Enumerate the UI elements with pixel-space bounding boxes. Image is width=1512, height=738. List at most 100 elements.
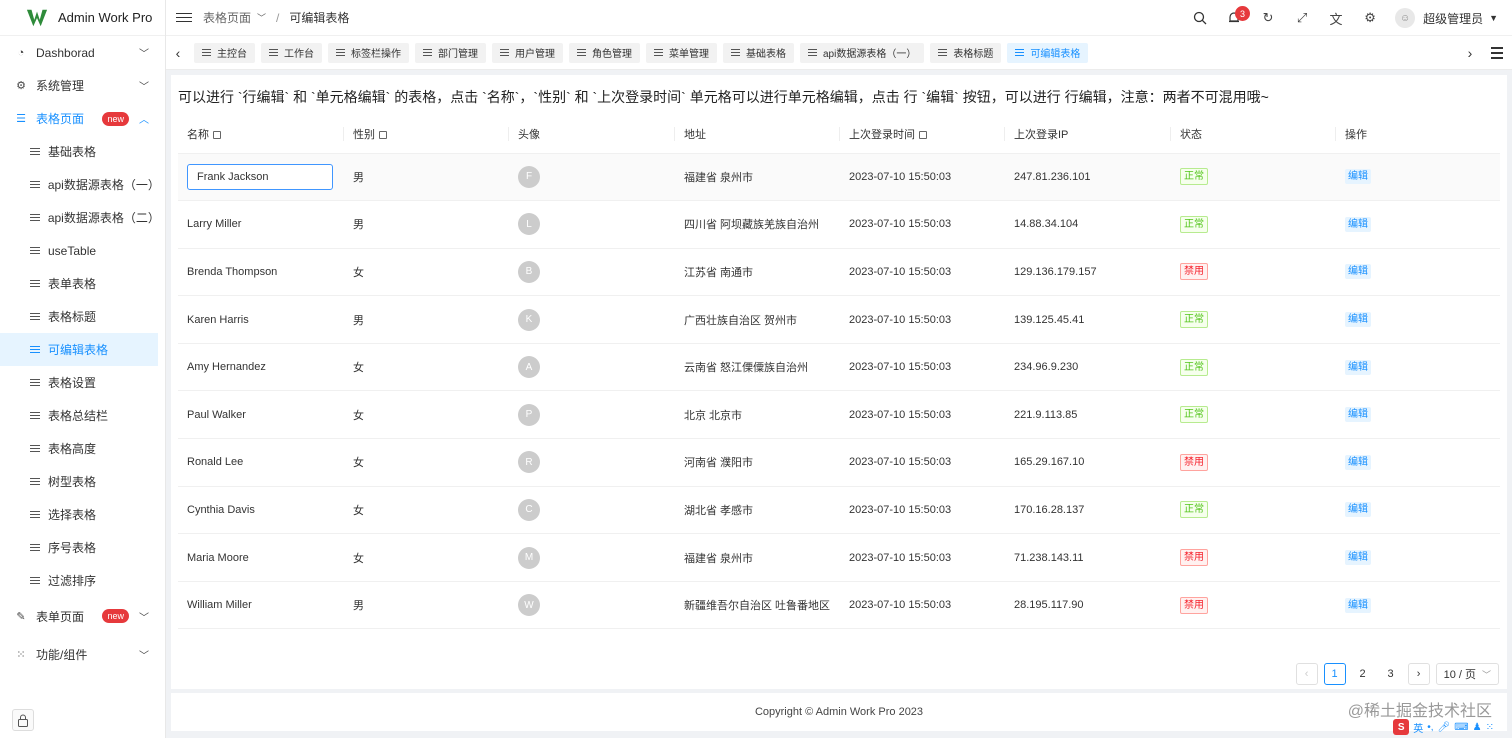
tab-0[interactable]: 主控台 [194, 42, 255, 63]
punctuation-icon[interactable]: •, [1427, 722, 1433, 733]
name-cell[interactable] [178, 153, 344, 202]
fullscreen-icon[interactable]: ⤢ [1285, 0, 1319, 36]
search-icon[interactable] [1183, 0, 1217, 36]
gear-icon[interactable]: ⚙ [1353, 0, 1387, 36]
chevron-down-icon[interactable]: ﹀ [257, 11, 266, 24]
gender-cell[interactable]: 女 [344, 486, 509, 535]
login-time-cell[interactable]: 2023-07-10 15:50:03 [840, 295, 1005, 344]
edit-row-button[interactable]: 编辑 [1345, 264, 1371, 280]
gender-cell[interactable]: 女 [344, 343, 509, 392]
gender-cell[interactable]: 男 [344, 200, 509, 249]
tab-4[interactable]: 用户管理 [492, 42, 563, 63]
name-cell[interactable]: Cynthia Davis [178, 486, 344, 535]
name-cell[interactable]: Karen Harris [178, 295, 344, 344]
login-time-cell[interactable]: 2023-07-10 15:50:03 [840, 581, 1005, 630]
tab-6[interactable]: 菜单管理 [646, 42, 717, 63]
page-size-select[interactable]: 10 / 页 ﹀ [1435, 663, 1499, 685]
edit-row-button[interactable]: 编辑 [1345, 597, 1371, 613]
edit-row-button[interactable]: 编辑 [1345, 312, 1371, 328]
sidebar-subitem-9[interactable]: 表格高度 [0, 432, 158, 465]
name-cell[interactable]: William Miller [178, 581, 344, 630]
sidebar-bottom-item-1[interactable]: ⁙ 功能/组件 ﹀ [0, 635, 165, 673]
tab-scroll-left-icon[interactable]: ‹ [166, 45, 190, 61]
page-button-3[interactable]: 3 [1379, 663, 1402, 685]
edit-row-button[interactable]: 编辑 [1345, 454, 1371, 470]
name-cell[interactable]: Maria Moore [178, 533, 344, 582]
edit-row-button[interactable]: 编辑 [1345, 169, 1371, 185]
grid-icon[interactable]: ⁙ [1486, 722, 1494, 733]
name-cell[interactable]: Amy Hernandez [178, 343, 344, 392]
logo[interactable]: Admin Work Pro [0, 0, 165, 36]
tab-3[interactable]: 部门管理 [415, 42, 486, 63]
edit-row-button[interactable]: 编辑 [1345, 550, 1371, 566]
sidebar-item-0[interactable]: ◔ Dashborad ﹀ [0, 36, 165, 69]
sidebar-subitem-7[interactable]: 表格设置 [0, 366, 158, 399]
lock-screen-button[interactable] [12, 709, 34, 731]
gender-cell[interactable]: 男 [344, 581, 509, 630]
ime-logo[interactable]: S [1393, 719, 1410, 735]
tab-scroll-right-icon[interactable]: › [1458, 45, 1482, 61]
tab-menu-icon[interactable] [1482, 46, 1512, 59]
login-time-cell[interactable]: 2023-07-10 15:50:03 [840, 533, 1005, 582]
sidebar-bottom-item-0[interactable]: ✎ 表单页面 new ﹀ [0, 597, 165, 635]
sidebar-subitem-0[interactable]: 基础表格 [0, 135, 158, 168]
page-button-2[interactable]: 2 [1351, 663, 1374, 685]
tab-8[interactable]: api数据源表格（一） [800, 42, 925, 63]
login-time-cell[interactable]: 2023-07-10 15:50:03 [840, 438, 1005, 487]
sidebar-subitem-10[interactable]: 树型表格 [0, 465, 158, 498]
page-button-1[interactable]: 1 [1323, 663, 1346, 685]
sidebar-subitem-4[interactable]: 表单表格 [0, 267, 158, 300]
ime-lang[interactable]: 英 [1413, 720, 1423, 735]
translate-icon[interactable]: 文 [1319, 0, 1353, 36]
sidebar-subitem-2[interactable]: api数据源表格（二） [0, 201, 160, 234]
gender-cell[interactable]: 女 [344, 390, 509, 440]
next-page-button[interactable]: › [1407, 663, 1430, 685]
collapse-menu-icon[interactable] [176, 13, 192, 22]
sidebar-item-2[interactable]: ☰ 表格页面 new ︿ [0, 102, 165, 135]
tab-1[interactable]: 工作台 [261, 42, 322, 63]
sidebar-subitem-6[interactable]: 可编辑表格 [0, 333, 158, 366]
name-cell[interactable]: Ronald Lee [178, 438, 344, 487]
prev-page-button[interactable]: ‹ [1295, 663, 1318, 685]
shirt-icon[interactable]: ♟ [1473, 722, 1482, 733]
bell-icon[interactable]: 3 [1217, 0, 1251, 36]
name-edit-input[interactable] [187, 163, 333, 190]
login-time-cell[interactable]: 2023-07-10 15:50:03 [840, 390, 1005, 440]
login-time-cell[interactable]: 2023-07-10 15:50:03 [840, 200, 1005, 249]
microphone-icon[interactable]: 🎤︎ [1438, 722, 1451, 733]
sidebar-subitem-8[interactable]: 表格总结栏 [0, 399, 158, 432]
keyboard-icon[interactable]: ⌨ [1454, 722, 1468, 733]
edit-row-button[interactable]: 编辑 [1345, 502, 1371, 518]
tab-9[interactable]: 表格标题 [930, 42, 1002, 63]
gender-cell[interactable]: 女 [344, 438, 509, 487]
avatar[interactable]: ☺ [1395, 8, 1416, 28]
tab-2[interactable]: 标签栏操作 [328, 42, 409, 63]
caret-down-icon[interactable]: ▼ [1489, 13, 1498, 23]
gender-cell[interactable]: 男 [344, 153, 509, 202]
name-cell[interactable]: Larry Miller [178, 200, 344, 249]
login-time-cell[interactable]: 2023-07-10 15:50:03 [840, 248, 1005, 297]
edit-row-button[interactable]: 编辑 [1345, 216, 1371, 232]
sidebar-subitem-3[interactable]: useTable [0, 234, 158, 267]
refresh-icon[interactable]: ↻ [1251, 0, 1285, 36]
tab-10[interactable]: 可编辑表格 [1007, 42, 1089, 63]
user-name[interactable]: 超级管理员 [1423, 10, 1483, 27]
sidebar-item-1[interactable]: ⚙ 系统管理 ﹀ [0, 69, 165, 102]
tab-5[interactable]: 角色管理 [569, 42, 640, 63]
sidebar-subitem-13[interactable]: 过滤排序 [0, 564, 158, 597]
sidebar-subitem-11[interactable]: 选择表格 [0, 498, 158, 531]
sidebar-subitem-1[interactable]: api数据源表格（一） [0, 168, 160, 201]
sidebar-subitem-12[interactable]: 序号表格 [0, 531, 158, 564]
gender-cell[interactable]: 男 [344, 295, 509, 344]
name-cell[interactable]: Paul Walker [178, 390, 344, 440]
tab-7[interactable]: 基础表格 [723, 42, 794, 63]
edit-row-button[interactable]: 编辑 [1345, 407, 1371, 423]
edit-row-button[interactable]: 编辑 [1345, 359, 1371, 375]
sidebar-subitem-5[interactable]: 表格标题 [0, 300, 158, 333]
gender-cell[interactable]: 女 [344, 248, 509, 297]
login-time-cell[interactable]: 2023-07-10 15:50:03 [840, 343, 1005, 392]
gender-cell[interactable]: 女 [344, 533, 509, 582]
name-cell[interactable]: Brenda Thompson [178, 248, 344, 297]
breadcrumb-parent[interactable]: 表格页面 [203, 9, 251, 26]
login-time-cell[interactable]: 2023-07-10 15:50:03 [840, 486, 1005, 535]
